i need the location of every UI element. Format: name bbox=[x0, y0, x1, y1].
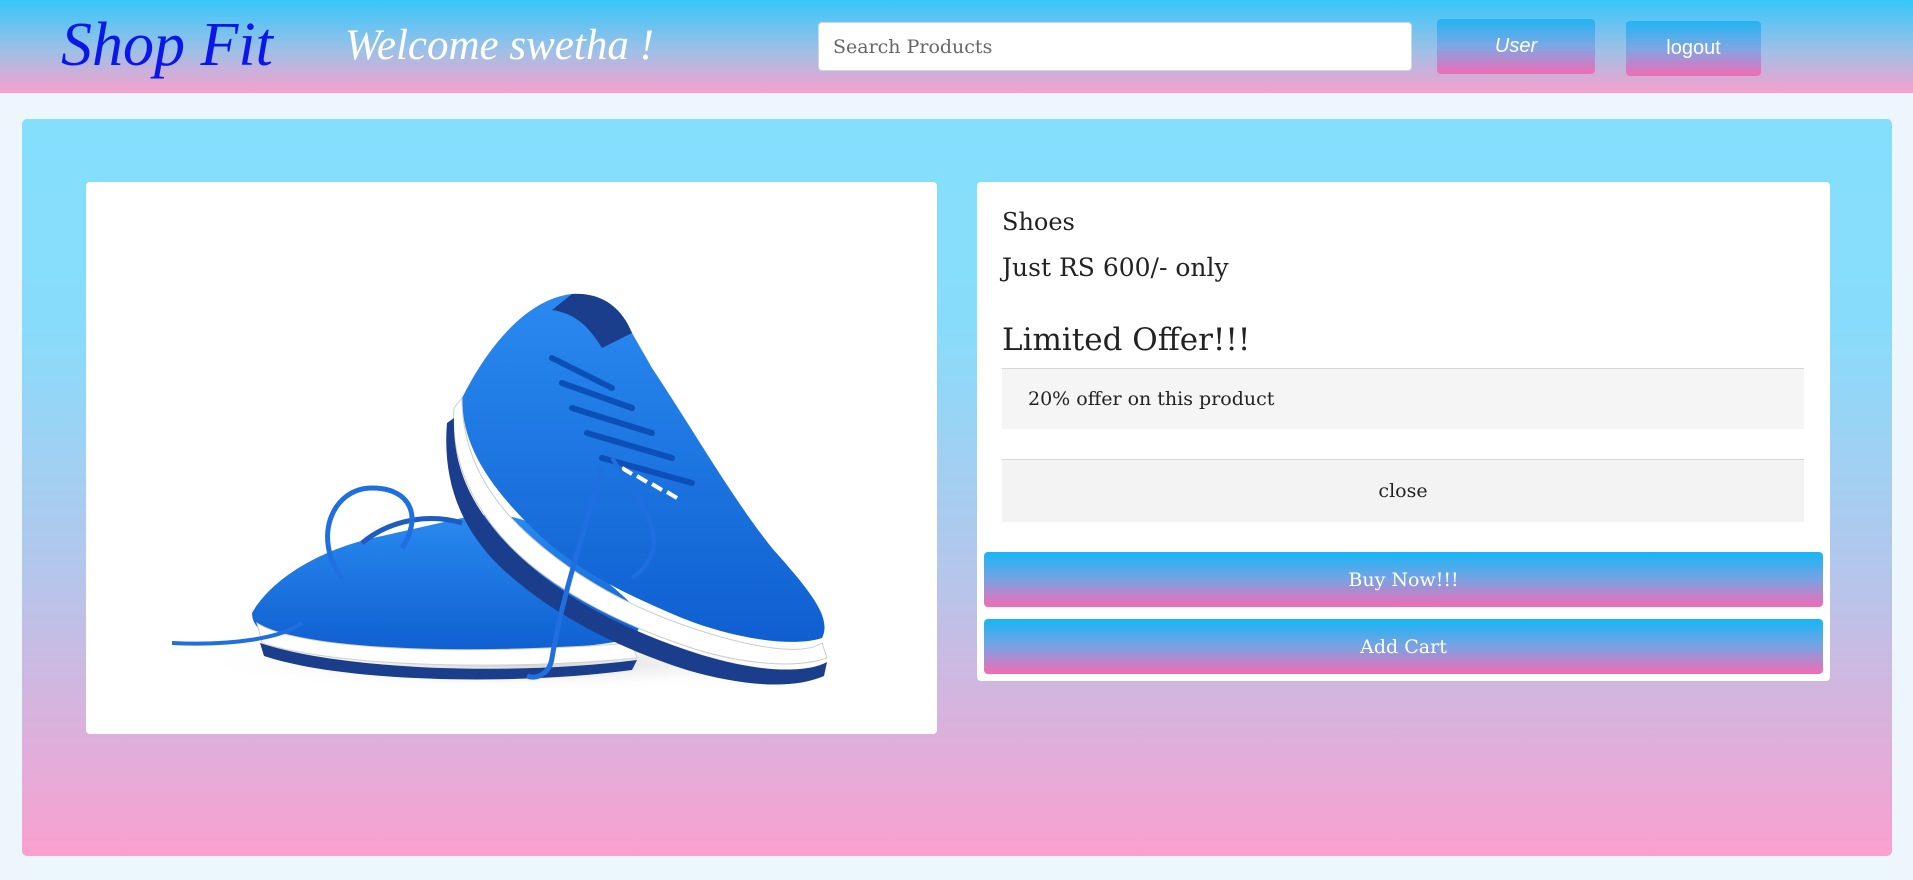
brand-logo[interactable]: Shop Fit bbox=[61, 8, 273, 82]
buy-now-button[interactable]: Buy Now!!! bbox=[984, 552, 1823, 607]
offer-description: 20% offer on this product bbox=[1002, 368, 1804, 429]
user-button[interactable]: User bbox=[1437, 19, 1595, 74]
product-image-card bbox=[86, 182, 937, 734]
product-info-card: Shoes Just RS 600/- only Limited Offer!!… bbox=[977, 182, 1830, 681]
offer-title: Limited Offer!!! bbox=[1002, 322, 1251, 358]
product-price: Just RS 600/- only bbox=[1002, 253, 1229, 282]
add-cart-button[interactable]: Add Cart bbox=[984, 619, 1823, 674]
search-input[interactable] bbox=[818, 22, 1412, 71]
welcome-message: Welcome swetha ! bbox=[345, 22, 654, 69]
close-button[interactable]: close bbox=[1002, 459, 1804, 522]
shoe-image bbox=[171, 293, 852, 691]
product-name: Shoes bbox=[1002, 208, 1075, 236]
logout-button[interactable]: logout bbox=[1626, 21, 1761, 76]
top-header: Shop Fit Welcome swetha ! User logout bbox=[0, 0, 1913, 93]
